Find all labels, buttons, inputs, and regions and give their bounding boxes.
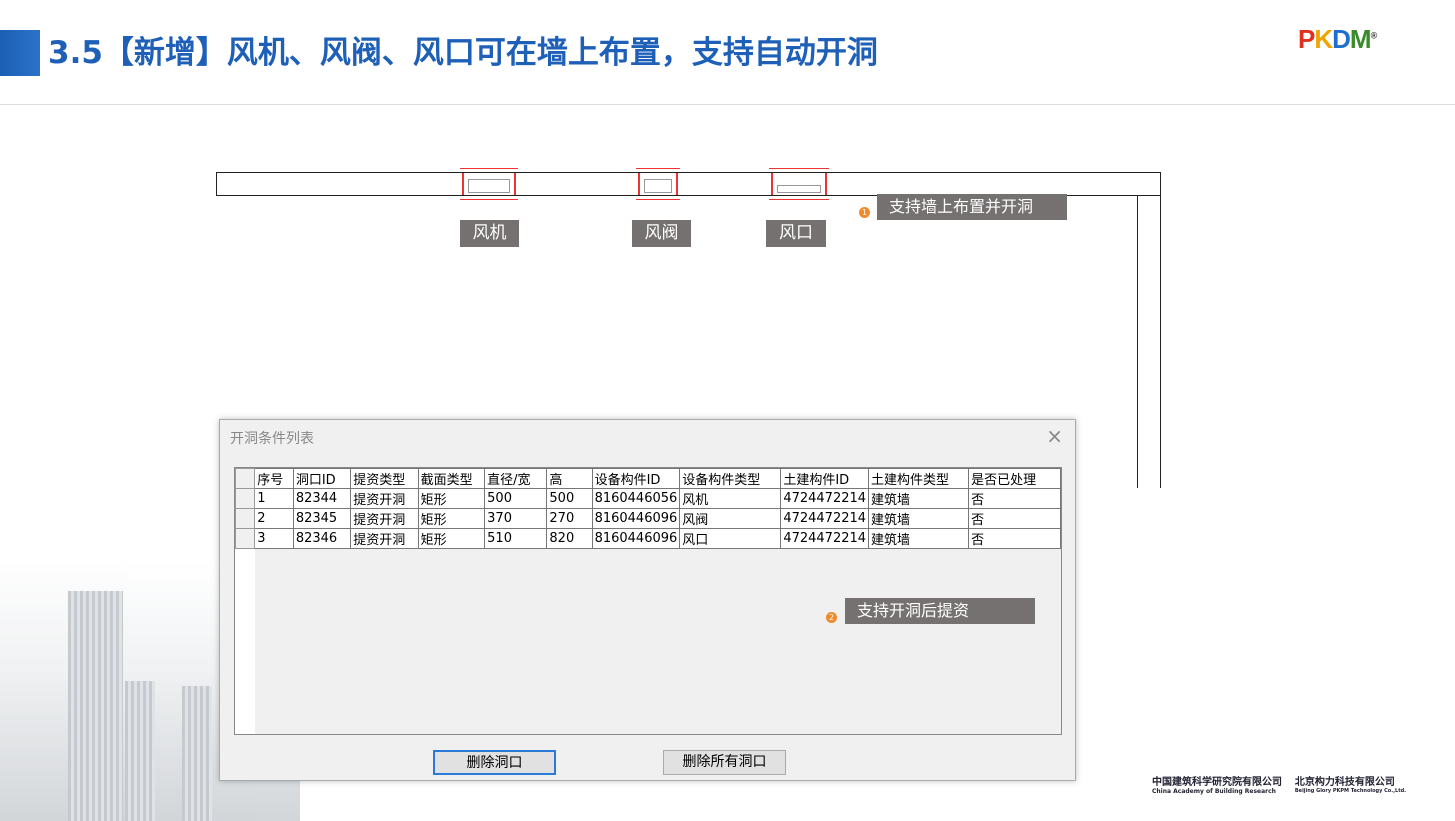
delete-opening-button[interactable]: 删除洞口 xyxy=(433,750,556,775)
table-cell[interactable]: 500 xyxy=(546,488,593,509)
row-selector[interactable] xyxy=(234,528,256,549)
column-header[interactable]: 设备构件类型 xyxy=(679,468,782,489)
table-cell[interactable]: 建筑墙 xyxy=(868,488,970,509)
table-cell[interactable]: 风机 xyxy=(679,488,782,509)
column-header[interactable]: 土建构件ID xyxy=(780,468,870,489)
wall-horizontal xyxy=(216,172,1161,196)
org2-name: 北京构力科技有限公司 xyxy=(1294,777,1395,788)
table-cell[interactable]: 2 xyxy=(254,508,294,529)
table-header-row: 序号 洞口ID 提资类型 截面类型 直径/宽高设备构件ID 设备构件类型 土建构件ID 土建构… xyxy=(234,468,1061,489)
table-cell[interactable]: 提资开洞 xyxy=(350,488,419,509)
table-cell[interactable]: 820 xyxy=(546,528,593,549)
org2-name-en: Beijing Glory PKPM Technology Co.,Ltd. xyxy=(1294,788,1407,794)
column-header[interactable]: 洞口ID xyxy=(292,468,352,489)
note-callout: 支持墙上布置并开洞 xyxy=(877,194,1067,220)
table-cell[interactable]: 4724472214 xyxy=(780,488,870,509)
table-cell[interactable]: 否 xyxy=(968,508,1061,529)
table-cell[interactable]: 建筑墙 xyxy=(868,508,970,529)
column-header[interactable]: 序号 xyxy=(254,468,294,489)
table-cell[interactable]: 否 xyxy=(968,528,1061,549)
table-cell[interactable]: 4724472214 xyxy=(780,528,870,549)
footer-logos: 中国建筑科学研究院有限公司 China Academy of Building … xyxy=(1152,773,1406,795)
label-damper: 风阀 xyxy=(632,220,691,247)
note-number-badge: 2 xyxy=(826,612,837,623)
slide-title: 3.5【新增】风机、风阀、风口可在墙上布置，支持自动开洞 xyxy=(48,35,878,71)
table-cell[interactable]: 建筑墙 xyxy=(868,528,970,549)
note-callout: 支持开洞后提资 xyxy=(845,598,1035,624)
table-cell[interactable]: 矩形 xyxy=(417,488,486,509)
table-cell[interactable]: 风口 xyxy=(679,528,782,549)
column-header[interactable]: 高 xyxy=(546,468,593,489)
table-row[interactable]: 3 82346 提资开洞 矩形 510 820 8160446096 风口 4724472214… xyxy=(234,528,1061,549)
column-header[interactable]: 提资类型 xyxy=(350,468,419,489)
note-number-badge: 1 xyxy=(859,207,870,218)
table-cell[interactable]: 3 xyxy=(254,528,294,549)
dialog-title: 开洞条件列表 xyxy=(230,431,314,447)
pkpm-logo: PKDM® xyxy=(1298,24,1377,54)
table-cell[interactable]: 8160446096 xyxy=(591,508,681,529)
table-cell[interactable]: 8160446056 xyxy=(591,488,681,509)
org1-name: 中国建筑科学研究院有限公司 xyxy=(1152,777,1282,788)
table-cell[interactable]: 8160446096 xyxy=(591,528,681,549)
table-cell[interactable]: 矩形 xyxy=(417,508,486,529)
org1-name-en: China Academy of Building Research xyxy=(1152,788,1276,795)
table-cell[interactable]: 82346 xyxy=(292,528,352,549)
row-selector[interactable] xyxy=(234,488,256,509)
column-header[interactable]: 设备构件ID xyxy=(591,468,681,489)
title-accent-bar xyxy=(0,30,40,76)
label-fan: 风机 xyxy=(460,220,519,247)
table-cell[interactable]: 风阀 xyxy=(679,508,782,529)
table-cell[interactable]: 4724472214 xyxy=(780,508,870,529)
label-vent: 风口 xyxy=(766,220,826,247)
table-cell[interactable]: 提资开洞 xyxy=(350,528,419,549)
table-cell[interactable]: 370 xyxy=(484,508,548,529)
vent-symbol[interactable] xyxy=(769,168,829,200)
table-cell[interactable]: 510 xyxy=(484,528,548,549)
row-selector[interactable] xyxy=(234,508,256,529)
table-cell[interactable]: 矩形 xyxy=(417,528,486,549)
divider xyxy=(0,104,1455,105)
column-header[interactable]: 土建构件类型 xyxy=(868,468,970,489)
table-cell[interactable]: 82345 xyxy=(292,508,352,529)
damper-symbol[interactable] xyxy=(636,168,680,200)
table-cell[interactable]: 否 xyxy=(968,488,1061,509)
table-cell[interactable]: 1 xyxy=(254,488,294,509)
table-row[interactable]: 1 82344 提资开洞 矩形 500 500 8160446056 风机 4724472214… xyxy=(234,488,1061,509)
table-cell[interactable]: 提资开洞 xyxy=(350,508,419,529)
corner-cell xyxy=(234,468,256,489)
wall-vertical xyxy=(1137,196,1161,488)
table-cell[interactable]: 500 xyxy=(484,488,548,509)
close-icon[interactable]: × xyxy=(1046,424,1063,448)
delete-all-openings-button[interactable]: 删除所有洞口 xyxy=(663,750,786,775)
column-header[interactable]: 截面类型 xyxy=(417,468,486,489)
table-row[interactable]: 2 82345 提资开洞 矩形 370 270 8160446096 风阀 4724472214… xyxy=(234,508,1061,529)
column-header[interactable]: 是否已处理 xyxy=(968,468,1061,489)
fan-symbol[interactable] xyxy=(460,168,518,200)
table-cell[interactable]: 82344 xyxy=(292,488,352,509)
table-cell[interactable]: 270 xyxy=(546,508,593,529)
column-header[interactable]: 直径/宽 xyxy=(484,468,548,489)
